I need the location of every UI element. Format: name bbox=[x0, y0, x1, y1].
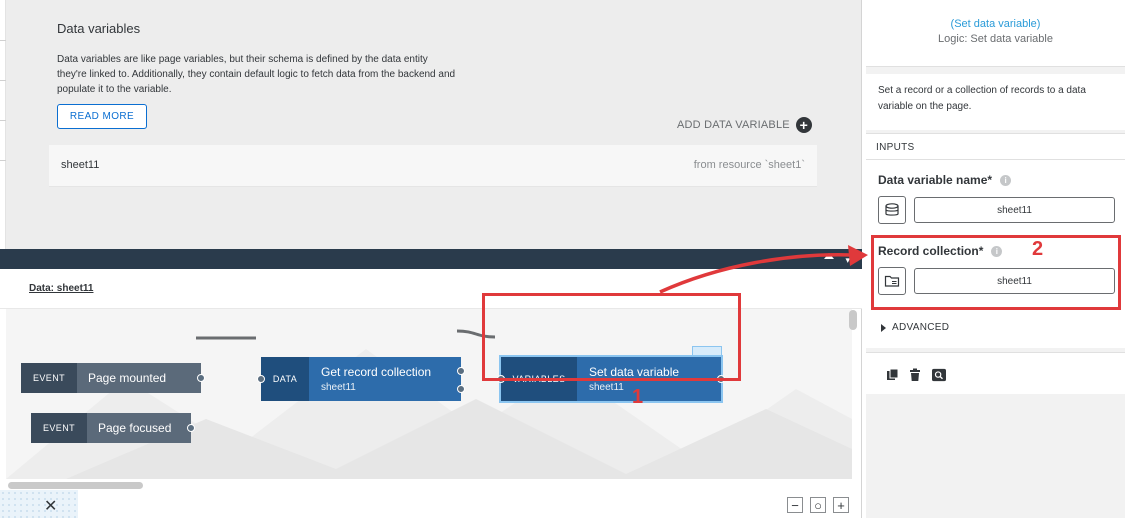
field-label-text: Data variable name* bbox=[878, 173, 993, 187]
advanced-label: ADVANCED bbox=[892, 322, 950, 333]
collapse-up-icon[interactable] bbox=[824, 253, 834, 259]
annotation-label-1: 1 bbox=[632, 386, 644, 408]
advanced-toggle[interactable]: ADVANCED bbox=[881, 322, 949, 333]
read-more-button[interactable]: READ MORE bbox=[57, 104, 147, 129]
panel-resize-bar[interactable]: ▾ bbox=[0, 249, 862, 269]
properties-description: Set a record or a collection of records … bbox=[866, 74, 1125, 130]
annotation-box-1 bbox=[482, 293, 741, 381]
database-icon[interactable] bbox=[878, 196, 906, 224]
data-variables-description: Data variables are like page variables, … bbox=[57, 54, 456, 95]
vertical-scrollbar[interactable] bbox=[849, 310, 857, 330]
data-variable-name-input[interactable]: sheet11 bbox=[914, 197, 1115, 223]
properties-subtitle: Logic: Set data variable bbox=[938, 33, 1053, 45]
node-label: Get record collection bbox=[321, 365, 432, 379]
zoom-out-button[interactable]: − bbox=[787, 497, 803, 513]
data-variable-source: from resource `sheet1` bbox=[693, 159, 805, 171]
field-label-data-variable-name: Data variable name* i bbox=[878, 173, 1012, 187]
logic-canvas-title[interactable]: Data: sheet11 bbox=[29, 283, 93, 294]
output-port[interactable] bbox=[197, 374, 205, 382]
node-label: Page mounted bbox=[88, 371, 167, 385]
zoom-in-button[interactable]: + bbox=[833, 497, 849, 513]
inputs-heading: INPUTS bbox=[866, 133, 1125, 160]
caret-right-icon bbox=[881, 323, 886, 332]
copy-icon[interactable] bbox=[886, 368, 900, 382]
annotation-label-2: 2 bbox=[1032, 238, 1044, 260]
node-kind-label: EVENT bbox=[21, 363, 77, 393]
data-variable-row[interactable]: sheet11 from resource `sheet1` bbox=[49, 145, 817, 187]
data-variables-title: Data variables bbox=[57, 21, 141, 36]
info-icon[interactable]: i bbox=[1000, 174, 1012, 186]
data-node-get-record-collection[interactable]: DATA Get record collection sheet11 bbox=[257, 357, 465, 401]
node-body: Page focused bbox=[87, 413, 191, 443]
node-label: Page focused bbox=[98, 421, 172, 435]
zoom-controls: − ○ + bbox=[787, 497, 849, 513]
trash-icon[interactable] bbox=[908, 368, 922, 382]
event-node-page-mounted[interactable]: EVENT Page mounted bbox=[21, 363, 205, 393]
close-icon[interactable]: ✕ bbox=[44, 496, 57, 516]
add-data-variable-button[interactable]: ADD DATA VARIABLE + bbox=[677, 117, 812, 133]
plus-circle-icon: + bbox=[795, 117, 812, 133]
node-kind-label: DATA bbox=[261, 357, 309, 401]
node-sublabel: sheet11 bbox=[321, 382, 356, 393]
annotation-box-2 bbox=[871, 235, 1121, 310]
search-icon[interactable] bbox=[932, 368, 946, 382]
node-body: Get record collection sheet11 bbox=[309, 357, 461, 401]
properties-title-link[interactable]: (Set data variable) bbox=[866, 18, 1125, 30]
add-data-variable-label: ADD DATA VARIABLE bbox=[677, 119, 790, 131]
horizontal-scrollbar[interactable] bbox=[8, 482, 143, 489]
node-actions-bar bbox=[866, 352, 1125, 394]
node-body: Page mounted bbox=[77, 363, 201, 393]
output-port[interactable] bbox=[457, 385, 465, 393]
chevron-down-icon[interactable]: ▾ bbox=[845, 255, 850, 266]
event-node-page-focused[interactable]: EVENT Page focused bbox=[31, 413, 195, 443]
node-sublabel: sheet11 bbox=[589, 382, 624, 393]
data-variables-panel: Data variables Data variables are like p… bbox=[6, 0, 862, 250]
zoom-reset-button[interactable]: ○ bbox=[810, 497, 826, 513]
bottom-tab: ✕ bbox=[0, 490, 78, 518]
node-kind-label: EVENT bbox=[31, 413, 87, 443]
data-variable-name: sheet11 bbox=[61, 159, 100, 171]
output-port[interactable] bbox=[457, 367, 465, 375]
properties-header: (Set data variable) Logic: Set data vari… bbox=[866, 0, 1125, 67]
input-port[interactable] bbox=[257, 375, 265, 383]
output-port[interactable] bbox=[187, 424, 195, 432]
